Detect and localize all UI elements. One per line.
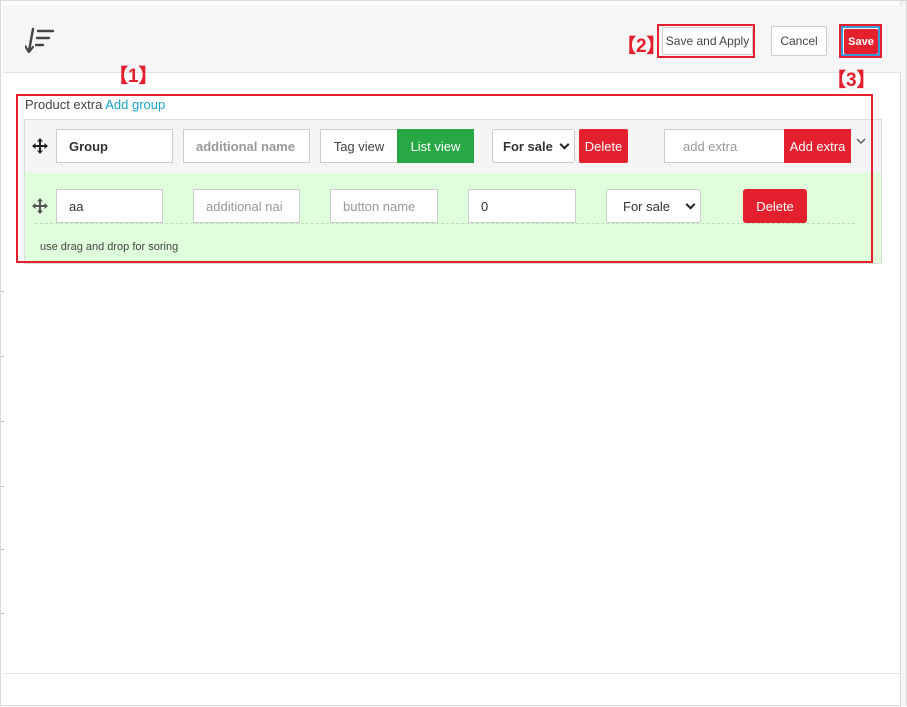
item-sale-select[interactable]: For sale bbox=[606, 189, 701, 223]
chevron-down-icon bbox=[685, 199, 696, 210]
background-edge bbox=[1, 421, 4, 422]
button-name-input[interactable]: button name bbox=[330, 189, 438, 223]
background-edge bbox=[1, 549, 4, 550]
background-edge bbox=[1, 486, 4, 487]
group-delete-button[interactable]: Delete bbox=[579, 129, 628, 163]
group-name-input[interactable]: Group bbox=[56, 129, 173, 163]
drag-drop-hint: use drag and drop for soring bbox=[40, 241, 179, 253]
group-sale-select[interactable]: For sale bbox=[492, 129, 575, 163]
background-edge bbox=[1, 291, 4, 292]
list-view-button[interactable]: List view bbox=[397, 129, 474, 163]
item-additional-name-input[interactable]: additional nai bbox=[193, 189, 300, 223]
tag-view-button[interactable]: Tag view bbox=[320, 129, 398, 163]
collapse-chevron-icon[interactable] bbox=[856, 137, 866, 145]
drag-move-icon[interactable] bbox=[32, 138, 48, 154]
item-name-input[interactable]: aa bbox=[56, 189, 163, 223]
add-extra-button[interactable]: Add extra bbox=[784, 129, 851, 163]
item-price-input[interactable]: 0 bbox=[468, 189, 576, 223]
sort-filter-logo-icon bbox=[25, 27, 55, 54]
save-button[interactable]: Save bbox=[844, 29, 878, 54]
add-extra-input[interactable]: add extra bbox=[664, 129, 785, 163]
cancel-button[interactable]: Cancel bbox=[771, 26, 827, 56]
chevron-down-icon bbox=[559, 139, 570, 150]
drag-move-icon[interactable] bbox=[32, 198, 48, 214]
group-sale-select-value: For sale bbox=[503, 138, 553, 154]
background-edge bbox=[1, 356, 4, 357]
callout-1: 【1】 bbox=[109, 66, 158, 87]
group-additional-name-input[interactable]: additional name bbox=[183, 129, 310, 163]
item-divider bbox=[35, 223, 855, 224]
save-and-apply-button[interactable]: Save and Apply bbox=[662, 27, 753, 55]
scrollbar-track[interactable] bbox=[900, 1, 906, 707]
item-delete-button[interactable]: Delete bbox=[743, 189, 807, 223]
highlight-box-1 bbox=[16, 94, 873, 263]
modal-footer-divider bbox=[3, 673, 901, 674]
modal-dialog: 【2】 Save and Apply Cancel Save 【1】 【3】 P… bbox=[0, 0, 907, 707]
item-sale-select-value: For sale bbox=[623, 198, 670, 214]
callout-3: 【3】 bbox=[827, 70, 876, 91]
background-edge bbox=[1, 613, 4, 614]
